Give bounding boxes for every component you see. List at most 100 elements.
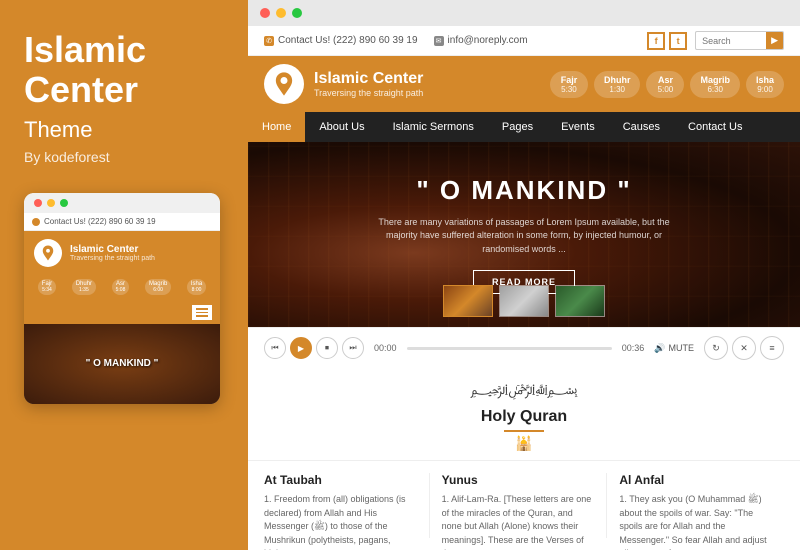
quran-section: ﷽ Holy Quran 🕌 <box>248 368 800 461</box>
theme-title: IslamicCenter <box>24 30 146 109</box>
facebook-icon[interactable]: f <box>647 32 665 50</box>
mobile-header: Islamic Center Traversing the straight p… <box>24 231 220 275</box>
twitter-icon[interactable]: t <box>669 32 687 50</box>
mobile-prayer-times: Fajr 5:34 Dhuhr 1:35 Asr 5:08 Magrib 6:0… <box>24 275 220 301</box>
article-title-2: Yunus <box>442 473 595 487</box>
mute-button[interactable]: 🔊 MUTE <box>654 343 694 354</box>
shuffle-button[interactable]: ✕ <box>732 336 756 360</box>
search-button[interactable]: ▶ <box>766 32 783 49</box>
article-title-3: Al Anfal <box>619 473 772 487</box>
contact-email: ✉ info@noreply.com <box>434 35 528 46</box>
quran-icon: 🕌 <box>515 435 532 452</box>
browser-dot-yellow[interactable] <box>276 8 286 18</box>
mobile-prayer-magrib: Magrib 6:00 <box>145 279 171 295</box>
phone-icon: ✆ <box>264 36 274 46</box>
stop-button[interactable]: ⏹ <box>316 337 338 359</box>
mobile-prayer-dhuhr: Dhuhr 1:35 <box>72 279 96 295</box>
logo-circle <box>264 64 304 104</box>
thumb-image-3 <box>556 286 604 316</box>
prayer-isha: Isha 9:00 <box>746 71 784 98</box>
hero-section: " O MANKIND " There are many variations … <box>248 142 800 327</box>
audio-player: ⏮ ▶ ⏹ ⏭ 00:00 00:36 🔊 MUTE ↻ ✕ ≡ <box>248 327 800 368</box>
playlist-button[interactable]: ≡ <box>760 336 784 360</box>
hero-thumb-2[interactable] <box>499 285 549 317</box>
mobile-hero-text: " O MANKIND " <box>86 358 159 369</box>
mobile-prayer-fajr: Fajr 5:34 <box>38 279 56 295</box>
right-panel: ✆ Contact Us! (222) 890 60 39 19 ✉ info@… <box>248 0 800 550</box>
site-header: Islamic Center Traversing the straight p… <box>248 56 800 112</box>
browser-chrome <box>248 0 800 26</box>
website-preview: ✆ Contact Us! (222) 890 60 39 19 ✉ info@… <box>248 26 800 550</box>
nav-home[interactable]: Home <box>248 112 305 142</box>
nav-sermons[interactable]: Islamic Sermons <box>379 112 488 142</box>
mobile-dot-green <box>60 199 68 207</box>
article-text-1: 1. Freedom from (all) obligations (is de… <box>264 493 417 550</box>
quran-underline <box>504 430 544 432</box>
logo-text: Islamic Center Traversing the straight p… <box>314 70 423 98</box>
hero-thumb-3[interactable] <box>555 285 605 317</box>
nav-bar: Home About Us Islamic Sermons Pages Even… <box>248 112 800 142</box>
player-start-time: 00:00 <box>374 343 397 353</box>
articles-section: At Taubah 1. Freedom from (all) obligati… <box>248 461 800 550</box>
browser-dot-green[interactable] <box>292 8 302 18</box>
quran-title: Holy Quran <box>481 408 567 426</box>
mobile-phone-icon <box>32 218 40 226</box>
mobile-prayer-isha: Isha 8:00 <box>187 279 206 295</box>
nav-about[interactable]: About Us <box>305 112 378 142</box>
article-title-1: At Taubah <box>264 473 417 487</box>
play-button[interactable]: ▶ <box>290 337 312 359</box>
prev-button[interactable]: ⏮ <box>264 337 286 359</box>
nav-pages[interactable]: Pages <box>488 112 547 142</box>
nav-causes[interactable]: Causes <box>609 112 674 142</box>
article-text-3: 1. They ask you (O Muhammad ﷺ) about the… <box>619 493 772 550</box>
player-progress-bar[interactable] <box>407 347 612 350</box>
mobile-hero: " O MANKIND " <box>24 324 220 404</box>
search-box[interactable]: ▶ <box>695 31 784 50</box>
prayer-fajr: Fajr 5:30 <box>550 71 588 98</box>
search-input[interactable] <box>696 34 766 48</box>
mobile-hamburger-menu[interactable] <box>192 305 212 320</box>
player-right-buttons: ↻ ✕ ≡ <box>704 336 784 360</box>
arabic-text: ﷽ <box>470 380 577 404</box>
top-bar-left: ✆ Contact Us! (222) 890 60 39 19 ✉ info@… <box>264 35 528 46</box>
player-controls: ⏮ ▶ ⏹ ⏭ <box>264 337 364 359</box>
article-col-2: Yunus 1. Alif-Lam-Ra. [These letters are… <box>430 473 608 538</box>
mobile-contact-bar: Contact Us! (222) 890 60 39 19 <box>24 213 220 231</box>
mobile-nav-bar <box>24 301 220 324</box>
prayer-magrib: Magrib 6:30 <box>690 71 740 98</box>
repeat-button[interactable]: ↻ <box>704 336 728 360</box>
mobile-contact-text: Contact Us! (222) 890 60 39 19 <box>44 217 156 226</box>
article-text-2: 1. Alif-Lam-Ra. [These letters are one o… <box>442 493 595 550</box>
hero-thumbnails <box>443 285 605 317</box>
top-bar: ✆ Contact Us! (222) 890 60 39 19 ✉ info@… <box>248 26 800 56</box>
theme-subtitle: Theme <box>24 117 92 143</box>
mobile-browser-bar <box>24 193 220 213</box>
mobile-dot-red <box>34 199 42 207</box>
contact-phone: ✆ Contact Us! (222) 890 60 39 19 <box>264 35 418 46</box>
mobile-prayer-asr: Asr 5:08 <box>112 279 130 295</box>
prayer-asr: Asr 5:00 <box>646 71 684 98</box>
theme-by: By kodeforest <box>24 149 110 165</box>
thumb-image-1 <box>444 286 492 316</box>
mobile-logo-circle <box>34 239 62 267</box>
volume-icon: 🔊 <box>654 343 665 354</box>
article-col-3: Al Anfal 1. They ask you (O Muhammad ﷺ) … <box>607 473 784 538</box>
top-bar-right: f t ▶ <box>647 31 784 50</box>
site-name: Islamic Center <box>314 70 423 88</box>
prayer-dhuhr: Dhuhr 1:30 <box>594 71 641 98</box>
hero-title: " O MANKIND " <box>416 175 631 206</box>
article-col-1: At Taubah 1. Freedom from (all) obligati… <box>264 473 430 538</box>
mobile-dot-yellow <box>47 199 55 207</box>
site-logo: Islamic Center Traversing the straight p… <box>264 64 423 104</box>
browser-dot-red[interactable] <box>260 8 270 18</box>
hero-thumb-1[interactable] <box>443 285 493 317</box>
next-button[interactable]: ⏭ <box>342 337 364 359</box>
mobile-preview: Contact Us! (222) 890 60 39 19 Islamic C… <box>24 193 220 404</box>
mobile-header-text: Islamic Center Traversing the straight p… <box>70 244 155 262</box>
thumb-image-2 <box>500 286 548 316</box>
email-icon: ✉ <box>434 36 444 46</box>
nav-contact[interactable]: Contact Us <box>674 112 756 142</box>
nav-events[interactable]: Events <box>547 112 609 142</box>
player-end-time: 00:36 <box>622 343 645 353</box>
prayer-times: Fajr 5:30 Dhuhr 1:30 Asr 5:00 Magrib 6:3… <box>550 71 784 98</box>
